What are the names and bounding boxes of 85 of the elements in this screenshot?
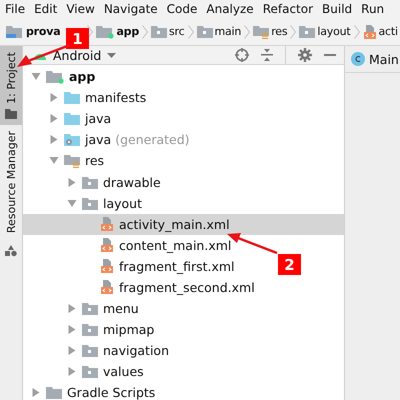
tree-item[interactable]: Gradle Scripts	[23, 382, 160, 400]
step-badge: 1	[66, 28, 89, 49]
resource-folder-icon	[253, 24, 270, 38]
resource-folder-icon	[64, 154, 80, 168]
project-folder-icon	[6, 24, 24, 38]
module-folder-icon	[46, 70, 64, 84]
tree-item[interactable]: mipmap	[23, 319, 158, 340]
collapsed-arrow-icon	[67, 178, 77, 187]
breadcrumb-item[interactable]: app	[96, 24, 140, 38]
chevron-icon	[244, 24, 250, 38]
xml-file-icon	[100, 238, 114, 252]
editor-tab[interactable]: Main	[345, 46, 400, 73]
collapsed-arrow-icon	[67, 304, 77, 314]
collapsed-arrow-icon	[49, 114, 59, 124]
folder-icon	[5, 108, 17, 119]
folder-gear-icon	[64, 133, 80, 146]
caret-icon	[107, 52, 116, 58]
chevron-icon	[142, 24, 148, 38]
tree-item[interactable]: fragment_first.xml	[23, 256, 239, 277]
tree-item[interactable]: values	[23, 361, 148, 382]
expanded-arrow-icon	[31, 73, 41, 80]
tree-item[interactable]: java (generated)	[23, 129, 194, 150]
menubar-entry[interactable]: Code	[166, 2, 202, 16]
tree-item[interactable]: res	[23, 150, 108, 172]
menubar-entry[interactable]: View	[66, 2, 100, 16]
class-icon	[351, 52, 365, 66]
shapes-icon[interactable]	[5, 245, 17, 258]
collapsed-arrow-icon	[49, 135, 59, 144]
tree-item[interactable]: drawable	[23, 171, 165, 193]
chevron-icon	[87, 24, 94, 38]
breadcrumb-item[interactable]: src	[151, 25, 184, 38]
chevron-icon	[188, 24, 194, 38]
menubar-entry[interactable]: Run	[361, 2, 390, 16]
tree-item[interactable]: menu	[23, 298, 143, 320]
menubar-entry[interactable]: Analyze	[206, 2, 259, 16]
folder-icon	[82, 302, 98, 316]
breadcrumb-item[interactable]: prova	[6, 24, 60, 38]
settings-icon[interactable]	[298, 48, 312, 62]
breadcrumb-item[interactable]: acti	[362, 24, 398, 38]
crosshair-icon[interactable]	[235, 48, 249, 62]
expanded-arrow-icon	[49, 157, 59, 164]
side-tab[interactable]: 1: Project	[0, 46, 22, 125]
menubar-entry[interactable]: Build	[322, 2, 358, 16]
folder-icon	[196, 25, 212, 38]
tree-item[interactable]: manifests	[23, 87, 150, 108]
collapse-icon[interactable]	[261, 48, 273, 62]
folder-icon	[82, 323, 98, 336]
tree-item[interactable]: activity_main.xml	[23, 214, 344, 235]
folder-icon	[299, 25, 316, 38]
menubar-entry[interactable]: Navigate	[104, 2, 163, 16]
breadcrumb-item[interactable]: layout	[299, 25, 350, 38]
xml-file-icon	[362, 24, 376, 38]
tree-item[interactable]: navigation	[23, 340, 173, 362]
collapsed-arrow-icon	[67, 346, 77, 356]
folder-icon	[64, 112, 80, 126]
folder-icon	[82, 344, 98, 358]
tree-item[interactable]: app	[23, 66, 100, 88]
tree-item[interactable]: fragment_second.xml	[23, 276, 259, 298]
xml-file-icon	[100, 217, 114, 232]
step-badge: 2	[278, 254, 301, 275]
collapsed-arrow-icon	[67, 325, 77, 334]
chevron-icon	[354, 24, 360, 38]
xml-file-icon	[100, 280, 114, 294]
folder-icon	[151, 25, 168, 38]
menubar-entry[interactable]: File	[5, 2, 30, 16]
breadcrumb-item[interactable]: res	[253, 24, 288, 38]
module-folder-icon	[96, 24, 114, 38]
tree-item[interactable]: content_main.xml	[23, 234, 236, 256]
xml-file-icon	[100, 259, 114, 274]
folder-icon	[46, 386, 62, 400]
folder-icon	[82, 365, 98, 378]
collapsed-arrow-icon	[49, 93, 59, 102]
collapsed-arrow-icon	[67, 367, 77, 376]
menubar-entry[interactable]: Edit	[34, 2, 62, 16]
breadcrumb-item[interactable]: main	[196, 25, 242, 38]
side-tab[interactable]: Resource Manager	[0, 124, 22, 240]
folder-icon	[64, 91, 80, 104]
collapsed-arrow-icon	[31, 388, 41, 398]
chevron-icon	[290, 24, 296, 38]
folder-icon	[82, 196, 98, 210]
expanded-arrow-icon	[67, 200, 77, 207]
tree-item[interactable]: layout	[23, 192, 146, 214]
tree-item[interactable]: java	[23, 108, 116, 130]
menubar-entry[interactable]: Refactor	[262, 2, 318, 16]
folder-icon	[82, 176, 98, 189]
